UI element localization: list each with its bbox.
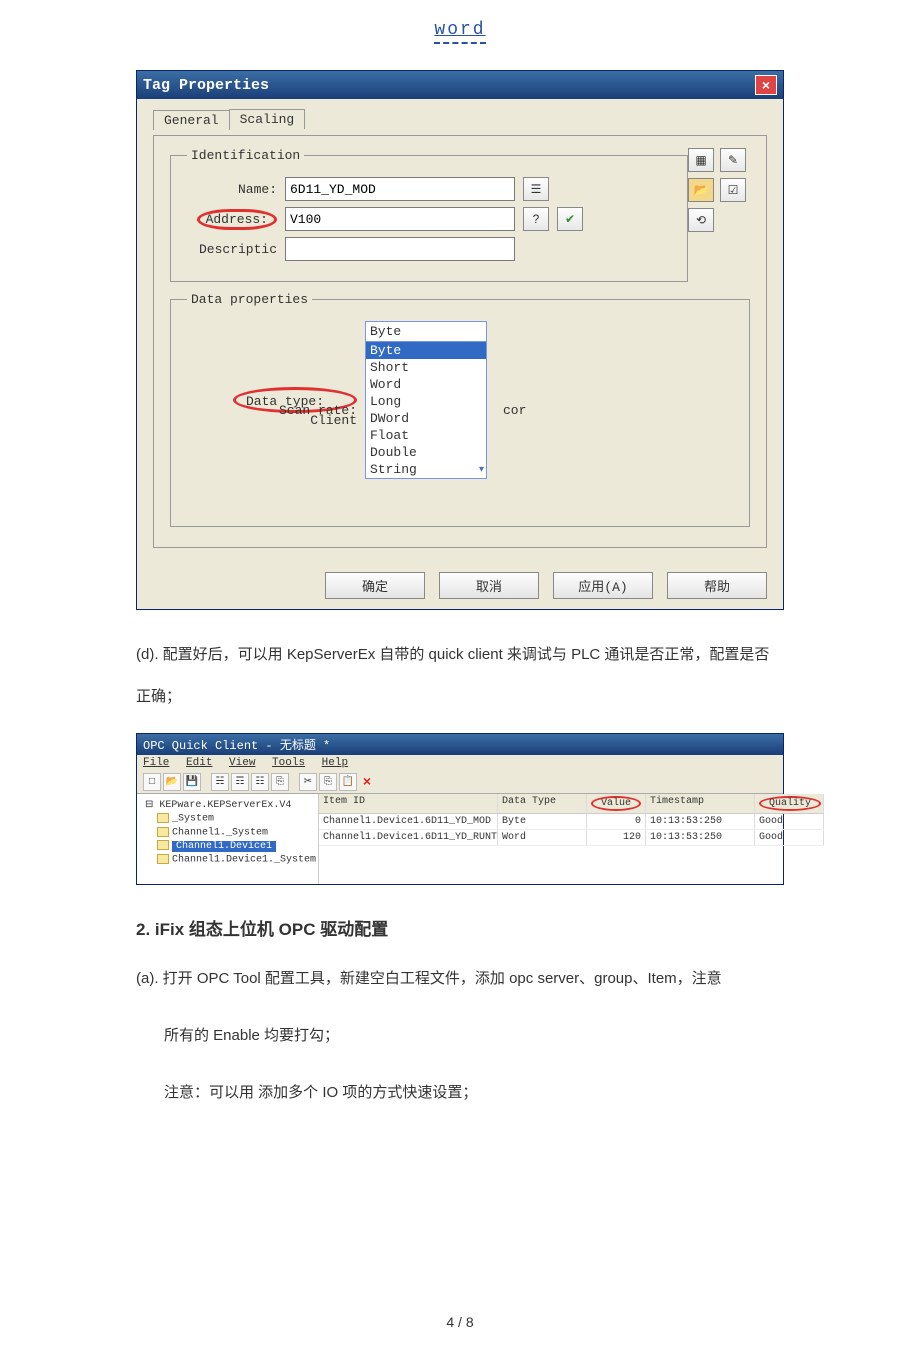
name-browse-icon[interactable]: ☰: [523, 177, 549, 201]
check-icon[interactable]: ✔: [557, 207, 583, 231]
quickclient-window: OPC Quick Client - 无标题 * File Edit View …: [136, 733, 784, 885]
address-input[interactable]: [285, 207, 515, 231]
header-link[interactable]: word: [434, 20, 485, 44]
menu-help[interactable]: Help: [322, 757, 348, 769]
datatype-dropdown[interactable]: Byte Byte Short Word Long DWord Float Do…: [365, 321, 487, 479]
action-icon-5[interactable]: ⟲: [688, 208, 714, 232]
menu-file[interactable]: File: [143, 757, 169, 769]
new-icon[interactable]: □: [143, 773, 161, 791]
help-button[interactable]: 帮助: [667, 572, 767, 599]
delete-icon[interactable]: ×: [359, 774, 375, 790]
name-input[interactable]: [285, 177, 515, 201]
tree-ch1-dev1[interactable]: Channel1.Device1: [139, 839, 316, 853]
cut-icon[interactable]: ✂: [299, 773, 317, 791]
paragraph-a: (a). 打开 OPC Tool 配置工具，新建空白工程文件，添加 opc se…: [136, 958, 784, 1000]
cancel-button[interactable]: 取消: [439, 572, 539, 599]
qc-title: OPC Quick Client - 无标题 *: [137, 734, 783, 755]
col-itemid[interactable]: Item ID: [319, 794, 498, 813]
client-label: Client: [187, 413, 357, 428]
menu-view[interactable]: View: [229, 757, 255, 769]
identification-legend: Identification: [187, 148, 304, 163]
option-double[interactable]: Double: [366, 444, 486, 461]
col-datatype[interactable]: Data Type: [498, 794, 587, 813]
col-timestamp[interactable]: Timestamp: [646, 794, 755, 813]
qc-menubar: File Edit View Tools Help: [137, 755, 783, 771]
tb-icon-1[interactable]: ☵: [211, 773, 229, 791]
action-icon-4[interactable]: ☑: [720, 178, 746, 202]
col-quality[interactable]: Quality: [755, 794, 824, 813]
paragraph-a-sub1: 所有的 Enable 均要打勾；: [164, 1015, 784, 1057]
chevron-down-icon: ▾: [479, 464, 484, 476]
action-icon-3[interactable]: 📂: [688, 178, 714, 202]
copy-icon[interactable]: ⎘: [319, 773, 337, 791]
option-word[interactable]: Word: [366, 376, 486, 393]
apply-button[interactable]: 应用(A): [553, 572, 653, 599]
action-icon-1[interactable]: ▦: [688, 148, 714, 172]
tag-properties-dialog: Tag Properties × General Scaling ▦ ✎ 📂 ☑…: [136, 70, 784, 610]
dialog-title: Tag Properties: [143, 77, 269, 94]
tree-ch1-dev1-sys[interactable]: Channel1.Device1._System: [139, 853, 316, 867]
tab-general[interactable]: General: [153, 110, 230, 130]
tab-scaling[interactable]: Scaling: [229, 109, 306, 129]
qc-tree: ⊟ KEPware.KEPServerEx.V4 _System Channel…: [137, 794, 319, 884]
option-long[interactable]: Long: [366, 393, 486, 410]
option-float[interactable]: Float: [366, 427, 486, 444]
open-icon[interactable]: 📂: [163, 773, 181, 791]
option-short[interactable]: Short: [366, 359, 486, 376]
name-label: Name:: [187, 182, 277, 197]
action-icon-2[interactable]: ✎: [720, 148, 746, 172]
tree-root[interactable]: ⊟ KEPware.KEPServerEx.V4: [139, 798, 316, 812]
option-string[interactable]: String: [366, 461, 486, 478]
menu-edit[interactable]: Edit: [186, 757, 212, 769]
save-icon[interactable]: 💾: [183, 773, 201, 791]
tb-icon-3[interactable]: ☷: [251, 773, 269, 791]
tb-icon-2[interactable]: ☶: [231, 773, 249, 791]
tree-system[interactable]: _System: [139, 812, 316, 826]
section2-title: 2. iFix 组态上位机 OPC 驱动配置: [136, 915, 784, 940]
ok-button[interactable]: 确定: [325, 572, 425, 599]
qc-toolbar: □ 📂 💾 ☵ ☶ ☷ ⎘ ✂ ⎘ 📋 ×: [137, 771, 783, 794]
option-byte[interactable]: Byte: [366, 342, 486, 359]
option-dword[interactable]: DWord: [366, 410, 486, 427]
grid-row[interactable]: Channel1.Device1.6D11_YD_RUNT Word 120 1…: [319, 830, 824, 846]
dataprops-legend: Data properties: [187, 292, 312, 307]
menu-tools[interactable]: Tools: [272, 757, 305, 769]
description-input[interactable]: [285, 237, 515, 261]
help-icon[interactable]: ?: [523, 207, 549, 231]
tb-icon-4[interactable]: ⎘: [271, 773, 289, 791]
tree-ch1-system[interactable]: Channel1._System: [139, 826, 316, 840]
col-value[interactable]: Value: [587, 794, 646, 813]
paste-icon[interactable]: 📋: [339, 773, 357, 791]
grid-row[interactable]: Channel1.Device1.6D11_YD_MOD Byte 0 10:1…: [319, 814, 824, 830]
paragraph-a-sub2: 注意：可以用 添加多个 IO 项的方式快速设置；: [164, 1072, 784, 1114]
datatype-label: Data type:: [246, 394, 324, 409]
paragraph-d: (d). 配置好后，可以用 KepServerEx 自带的 quick clie…: [136, 634, 784, 718]
close-icon[interactable]: ×: [755, 75, 777, 95]
address-label: Address:: [197, 209, 277, 230]
description-label: Descriptic: [187, 242, 277, 257]
qc-grid: Item ID Data Type Value Timestamp Qualit…: [319, 794, 824, 884]
page-footer: 4 / 8: [136, 1314, 784, 1330]
